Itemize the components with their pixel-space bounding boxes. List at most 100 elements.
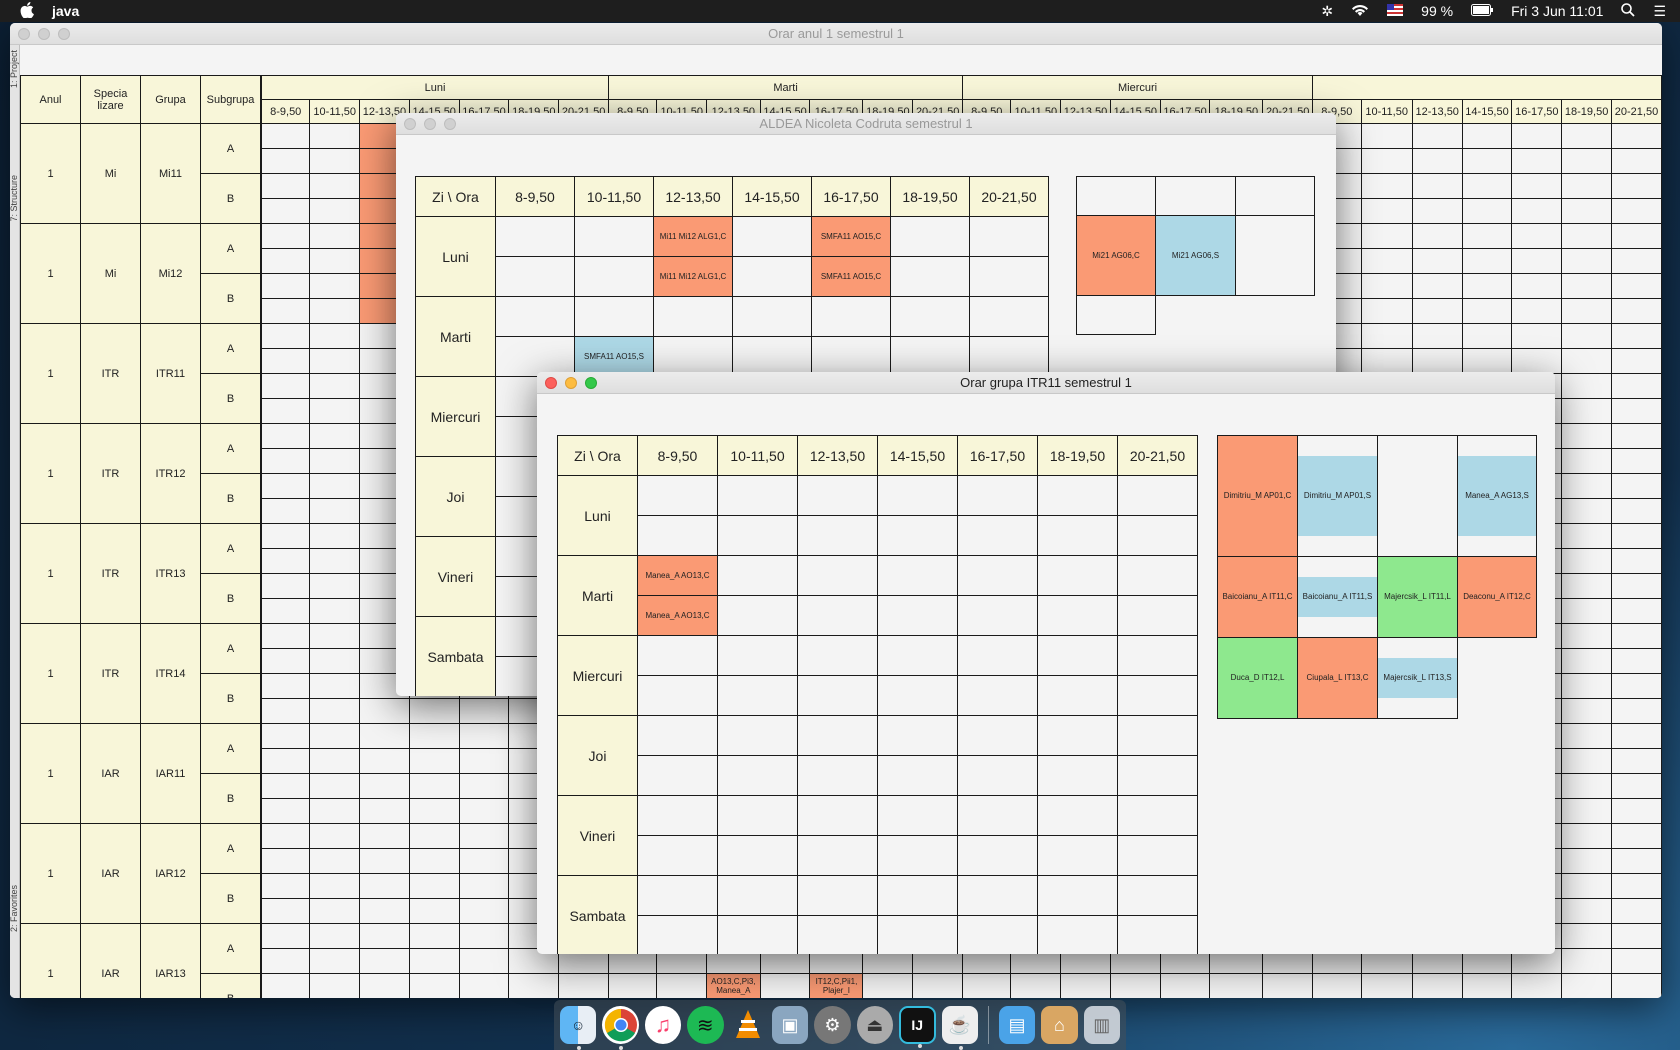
- unassigned-class-card[interactable]: Baicoianu_A IT11,C: [1217, 556, 1298, 638]
- schedule-cell[interactable]: [458, 948, 510, 974]
- schedule-cell[interactable]: [260, 248, 311, 274]
- schedule-cell[interactable]: [309, 648, 361, 674]
- timetable-cell[interactable]: [957, 635, 1038, 676]
- schedule-cell[interactable]: [1611, 823, 1662, 849]
- schedule-cell[interactable]: [1611, 798, 1662, 824]
- schedule-cell[interactable]: [1561, 498, 1613, 524]
- schedule-cell[interactable]: [1411, 973, 1463, 998]
- schedule-cell[interactable]: [309, 748, 361, 774]
- spotify-icon[interactable]: ≋: [687, 1006, 724, 1044]
- schedule-cell[interactable]: [1511, 323, 1563, 349]
- timetable-cell[interactable]: [957, 835, 1038, 876]
- timetable-cell[interactable]: [717, 915, 798, 954]
- schedule-cell[interactable]: [359, 898, 410, 924]
- schedule-cell[interactable]: [1411, 223, 1463, 249]
- timetable-cell[interactable]: [637, 755, 718, 796]
- timetable-cell[interactable]: [637, 515, 718, 556]
- schedule-cell[interactable]: [359, 823, 410, 849]
- schedule-cell[interactable]: [309, 723, 361, 749]
- timetable-cell[interactable]: [1117, 475, 1198, 516]
- schedule-cell[interactable]: [1561, 973, 1613, 998]
- schedule-cell[interactable]: [458, 973, 510, 998]
- flag-us-icon[interactable]: [1387, 3, 1404, 19]
- schedule-cell[interactable]: [260, 523, 311, 549]
- battery-icon[interactable]: [1471, 3, 1494, 19]
- schedule-cell[interactable]: [1561, 273, 1613, 299]
- timetable-cell[interactable]: [574, 296, 654, 337]
- timetable-cell[interactable]: SMFA11 AO15,S: [574, 336, 654, 377]
- schedule-cell[interactable]: [1561, 298, 1613, 324]
- empty-slot-box[interactable]: [1235, 176, 1315, 216]
- timetable-cell[interactable]: [1037, 875, 1118, 916]
- timetable-cell[interactable]: [797, 635, 878, 676]
- timetable-cell[interactable]: [1117, 835, 1198, 876]
- timetable-cell[interactable]: [1117, 555, 1198, 596]
- chrome-icon[interactable]: [602, 1006, 639, 1050]
- schedule-cell[interactable]: [1360, 973, 1413, 998]
- timetable-cell[interactable]: [732, 256, 812, 297]
- schedule-cell[interactable]: [1561, 548, 1613, 574]
- unassigned-class-card[interactable]: Majercsik_L IT11,L: [1377, 556, 1458, 638]
- timetable-cell[interactable]: [1117, 795, 1198, 836]
- schedule-cell[interactable]: [458, 723, 510, 749]
- schedule-cell[interactable]: [260, 323, 311, 349]
- schedule-cell[interactable]: [1561, 798, 1613, 824]
- timetable-cell[interactable]: [877, 675, 958, 716]
- schedule-cell[interactable]: [1561, 523, 1613, 549]
- timetable-cell[interactable]: [957, 915, 1038, 954]
- timetable-cell[interactable]: [1117, 515, 1198, 556]
- schedule-cell[interactable]: [260, 148, 311, 174]
- timetable-cell[interactable]: [717, 475, 798, 516]
- datetime[interactable]: Fri 3 Jun 11:01: [1511, 3, 1603, 19]
- schedule-cell[interactable]: [359, 698, 410, 724]
- schedule-cell[interactable]: [309, 148, 361, 174]
- timetable-cell[interactable]: [877, 475, 958, 516]
- schedule-cell[interactable]: [260, 723, 311, 749]
- timetable-cell[interactable]: [890, 256, 970, 297]
- timetable-cell[interactable]: [1037, 795, 1118, 836]
- schedule-cell[interactable]: [1511, 223, 1563, 249]
- zoom-button[interactable]: [585, 377, 597, 389]
- schedule-cell[interactable]: [1611, 973, 1662, 998]
- timetable-cell[interactable]: [637, 715, 718, 756]
- schedule-cell[interactable]: [1561, 823, 1613, 849]
- timetable-cell[interactable]: [797, 835, 878, 876]
- schedule-cell[interactable]: [1561, 198, 1613, 224]
- unassigned-class-card[interactable]: Manea_A AG13,S: [1457, 435, 1537, 557]
- schedule-cell[interactable]: [309, 673, 361, 699]
- schedule-cell[interactable]: [260, 623, 311, 649]
- timetable-cell[interactable]: [637, 875, 718, 916]
- schedule-cell[interactable]: [1561, 698, 1613, 724]
- schedule-cell[interactable]: [1561, 223, 1613, 249]
- timetable-cell[interactable]: [877, 875, 958, 916]
- schedule-cell[interactable]: [260, 798, 311, 824]
- schedule-cell[interactable]: [359, 973, 410, 998]
- side-tab-favorites[interactable]: 2: Favorites: [10, 885, 19, 932]
- timetable-cell[interactable]: [732, 216, 812, 257]
- timetable-cell[interactable]: [717, 715, 798, 756]
- schedule-cell[interactable]: [1461, 248, 1513, 274]
- minimize-button[interactable]: [565, 377, 577, 389]
- schedule-cell[interactable]: [1611, 573, 1662, 599]
- schedule-cell[interactable]: [309, 573, 361, 599]
- schedule-cell[interactable]: [309, 623, 361, 649]
- schedule-cell[interactable]: [1511, 273, 1563, 299]
- schedule-cell[interactable]: [458, 923, 510, 949]
- schedule-cell[interactable]: [1611, 373, 1662, 399]
- schedule-cell[interactable]: [1511, 348, 1563, 374]
- schedule-cell[interactable]: [1611, 548, 1662, 574]
- timetable-cell[interactable]: [495, 216, 575, 257]
- timetable-cell[interactable]: [1117, 915, 1198, 954]
- schedule-cell[interactable]: [1411, 198, 1463, 224]
- gear-status-icon[interactable]: ✲: [1321, 3, 1333, 20]
- preview-icon[interactable]: ▣: [771, 1006, 809, 1044]
- schedule-cell[interactable]: [1561, 473, 1613, 499]
- schedule-cell[interactable]: [309, 398, 361, 424]
- schedule-cell[interactable]: [1561, 923, 1613, 949]
- schedule-cell[interactable]: [1611, 523, 1662, 549]
- schedule-cell[interactable]: [1561, 723, 1613, 749]
- schedule-cell[interactable]: [1461, 198, 1513, 224]
- schedule-cell[interactable]: [1611, 848, 1662, 874]
- close-button[interactable]: [545, 377, 557, 389]
- schedule-cell[interactable]: [408, 973, 460, 998]
